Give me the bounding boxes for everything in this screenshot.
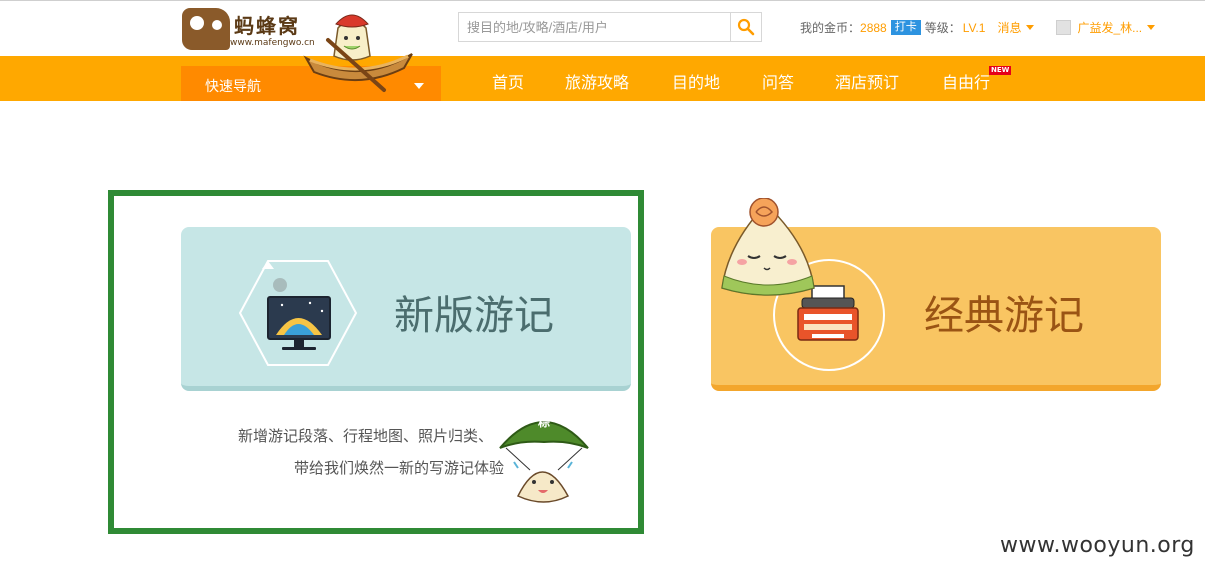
- user-menu[interactable]: 广益发_林...: [1077, 19, 1156, 36]
- new-travelogue-desc-line1: 新增游记段落、行程地图、照片归类、: [238, 427, 494, 445]
- nav-item-guides[interactable]: 旅游攻略: [565, 69, 629, 93]
- level-label: 等级：: [924, 21, 961, 35]
- zongzi-mascot-icon: [721, 198, 815, 296]
- caret-down-icon: [1147, 25, 1156, 30]
- avatar[interactable]: [1056, 20, 1072, 35]
- search-icon: [737, 18, 755, 36]
- classic-travelogue-title[interactable]: 经典游记: [924, 283, 1084, 341]
- caret-down-icon: [1026, 25, 1035, 30]
- messages-menu[interactable]: 消息: [997, 19, 1035, 36]
- top-border: [0, 0, 1205, 1]
- mascot-helmet-text: 粽: [538, 414, 550, 429]
- logo-text: 蚂蜂窝: [234, 14, 300, 38]
- nav-item-qa[interactable]: 问答: [762, 69, 794, 93]
- nav-item-free-travel[interactable]: 自由行: [942, 69, 990, 93]
- nav-item-hotels[interactable]: 酒店预订: [835, 69, 899, 93]
- nav-item-home[interactable]: 首页: [492, 69, 524, 93]
- new-travelogue-desc-line2: 带给我们焕然一新的写游记体验: [294, 459, 505, 477]
- watermark: www.wooyun.org: [1000, 533, 1195, 558]
- logo-bee-icon: [182, 8, 230, 50]
- new-badge: NEW: [989, 66, 1012, 75]
- checkin-button[interactable]: 打卡: [890, 20, 921, 35]
- username: 广益发_林...: [1077, 21, 1143, 35]
- gold-value[interactable]: 2888: [860, 21, 887, 35]
- search-input[interactable]: [459, 13, 747, 41]
- level-value[interactable]: LV.1: [963, 21, 986, 35]
- mascot-boat-icon: [303, 14, 413, 92]
- search-button[interactable]: [730, 13, 761, 41]
- user-bar: 我的金币： 2888 打卡 等级： LV.1 消息 广益发_林...: [800, 19, 1156, 36]
- search-box: [458, 12, 762, 42]
- nav-item-destinations[interactable]: 目的地: [672, 69, 720, 93]
- new-travelogue-title[interactable]: 新版游记: [394, 283, 554, 341]
- gold-label: 我的金币：: [800, 21, 861, 35]
- parachute-mascot-icon: 粽: [499, 414, 589, 503]
- quick-nav-label: 快速导航: [205, 79, 261, 95]
- site-logo[interactable]: 蚂蜂窝 www.mafengwo.cn: [182, 8, 315, 50]
- monitor-icon: [238, 260, 358, 366]
- messages-label: 消息: [997, 21, 1022, 35]
